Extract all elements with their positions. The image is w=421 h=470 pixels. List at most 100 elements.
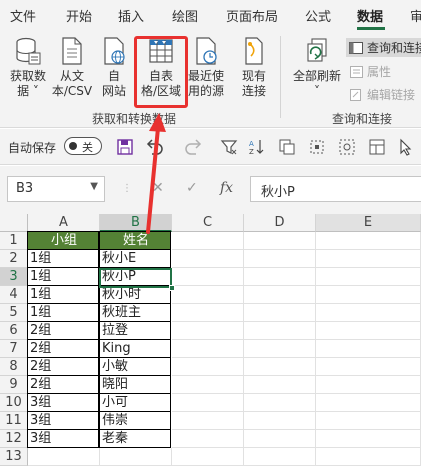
tab-file[interactable]: 文件 <box>10 6 36 25</box>
cursor-icon[interactable] <box>398 138 414 156</box>
select-all-corner[interactable] <box>0 214 28 232</box>
row-header[interactable]: 2 <box>0 250 28 268</box>
from-web-button[interactable]: 自 网站 <box>96 36 132 99</box>
queries-connections-button[interactable]: 查询和连接 <box>346 38 421 57</box>
table-cell[interactable] <box>316 232 421 250</box>
save-icon[interactable] <box>116 138 134 156</box>
table-header-cell[interactable]: 小组 <box>27 231 99 250</box>
column-header-d[interactable]: D <box>244 214 316 232</box>
cancel-icon[interactable]: ✕ <box>152 180 164 196</box>
table-cell[interactable] <box>244 250 316 268</box>
formula-input[interactable]: 秋小P <box>250 176 421 202</box>
table-cell[interactable] <box>172 286 244 304</box>
table-cell[interactable] <box>316 358 421 376</box>
table-cell[interactable]: 伟崇 <box>99 411 171 430</box>
row-header[interactable]: 6 <box>0 322 28 340</box>
copy-format-icon[interactable] <box>278 138 296 156</box>
table-cell[interactable]: 2组 <box>27 357 99 376</box>
table-cell[interactable] <box>244 304 316 322</box>
chevron-down-icon[interactable]: ▼ <box>90 181 98 192</box>
table-cell[interactable] <box>172 448 244 466</box>
select-area-icon[interactable] <box>308 138 326 156</box>
table-cell[interactable] <box>244 268 316 286</box>
tab-data[interactable]: 数据 <box>357 6 383 25</box>
table-cell[interactable] <box>316 448 421 466</box>
table-cell[interactable] <box>244 376 316 394</box>
table-cell[interactable] <box>244 232 316 250</box>
table-cell[interactable] <box>316 304 421 322</box>
table-cell[interactable]: 拉登 <box>99 321 171 340</box>
table-cell[interactable] <box>28 448 100 466</box>
table-cell[interactable] <box>244 322 316 340</box>
row-header[interactable]: 5 <box>0 304 28 322</box>
table-cell[interactable] <box>172 340 244 358</box>
table-cell[interactable] <box>172 376 244 394</box>
table-cell[interactable]: 小可 <box>99 393 171 412</box>
column-header-c[interactable]: C <box>172 214 244 232</box>
center-select-icon[interactable] <box>338 138 356 156</box>
table-cell[interactable] <box>172 232 244 250</box>
table-cell[interactable] <box>316 394 421 412</box>
table-cell[interactable]: 小敏 <box>99 357 171 376</box>
table-cell[interactable] <box>316 412 421 430</box>
table-cell[interactable] <box>100 448 172 466</box>
row-header[interactable]: 12 <box>0 430 28 448</box>
table-cell[interactable]: 秋小时 <box>99 285 171 304</box>
row-header[interactable]: 1 <box>0 232 28 250</box>
table-cell[interactable] <box>172 412 244 430</box>
sort-az-icon[interactable]: AZ <box>248 138 266 156</box>
table-cell[interactable] <box>316 268 421 286</box>
table-cell[interactable] <box>244 412 316 430</box>
table-cell[interactable] <box>316 322 421 340</box>
tab-draw[interactable]: 绘图 <box>172 6 198 25</box>
row-header[interactable]: 4 <box>0 286 28 304</box>
layout-icon[interactable] <box>368 138 386 156</box>
table-cell[interactable]: 2组 <box>27 375 99 394</box>
table-cell[interactable]: 2组 <box>27 339 99 358</box>
column-header-e[interactable]: E <box>316 214 421 232</box>
fill-handle[interactable] <box>169 285 175 291</box>
table-cell[interactable]: 2组 <box>27 321 99 340</box>
table-cell[interactable] <box>316 430 421 448</box>
table-cell[interactable]: 3组 <box>27 393 99 412</box>
table-cell[interactable] <box>244 448 316 466</box>
table-cell[interactable]: King <box>99 339 171 358</box>
tab-review[interactable]: 审 <box>410 6 421 25</box>
table-cell[interactable] <box>172 304 244 322</box>
table-cell[interactable]: 1组 <box>27 303 99 322</box>
edit-links-button[interactable]: 编辑链接 <box>350 86 415 103</box>
table-cell[interactable] <box>172 250 244 268</box>
tab-formulas[interactable]: 公式 <box>305 6 331 25</box>
confirm-icon[interactable]: ✓ <box>186 180 198 196</box>
table-cell[interactable]: 3组 <box>27 429 99 448</box>
table-cell[interactable] <box>244 286 316 304</box>
autosave-toggle[interactable]: 关 <box>64 137 102 155</box>
undo-icon[interactable] <box>144 138 166 156</box>
table-cell[interactable] <box>316 376 421 394</box>
table-cell[interactable] <box>316 250 421 268</box>
refresh-all-button[interactable]: 全部刷新 ˅ <box>290 36 344 99</box>
existing-connections-button[interactable]: 现有 连接 <box>234 36 274 99</box>
name-box[interactable]: B3 ▼ <box>7 176 105 202</box>
tab-insert[interactable]: 插入 <box>118 6 144 25</box>
table-cell[interactable] <box>172 358 244 376</box>
tab-page-layout[interactable]: 页面布局 <box>226 6 278 25</box>
table-cell[interactable] <box>244 394 316 412</box>
column-header-a[interactable]: A <box>28 214 100 232</box>
table-cell[interactable]: 1组 <box>27 285 99 304</box>
from-text-csv-button[interactable]: 从文 本/CSV <box>50 36 94 99</box>
table-cell[interactable] <box>172 394 244 412</box>
table-cell[interactable] <box>172 430 244 448</box>
table-cell[interactable] <box>244 430 316 448</box>
table-cell[interactable]: 1组 <box>27 267 99 286</box>
row-header[interactable]: 11 <box>0 412 28 430</box>
row-header[interactable]: 8 <box>0 358 28 376</box>
column-header-b[interactable]: B <box>100 214 172 232</box>
redo-icon[interactable] <box>182 138 204 156</box>
table-cell[interactable]: 老秦 <box>99 429 171 448</box>
table-cell[interactable]: 秋小E <box>99 249 171 268</box>
row-header[interactable]: 7 <box>0 340 28 358</box>
table-cell[interactable] <box>172 322 244 340</box>
get-data-button[interactable]: 获取数 据 ˅ <box>6 36 50 99</box>
row-header[interactable]: 13 <box>0 448 28 466</box>
